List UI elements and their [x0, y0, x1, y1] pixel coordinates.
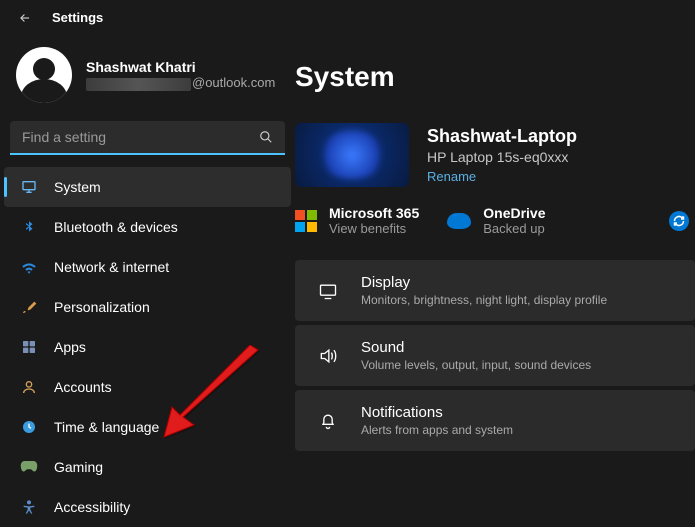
ms365-sub: View benefits	[329, 221, 419, 236]
main-content: System Shashwat-Laptop HP Laptop 15s-eq0…	[295, 33, 695, 521]
onedrive-label: OneDrive	[483, 205, 545, 221]
sidebar-item-gaming[interactable]: Gaming	[0, 447, 295, 487]
rename-link[interactable]: Rename	[427, 169, 577, 184]
globe-clock-icon	[20, 418, 38, 436]
sidebar-item-label: Accounts	[54, 379, 112, 395]
setting-title: Sound	[361, 339, 591, 356]
sound-icon	[317, 345, 339, 367]
search-icon	[259, 130, 273, 144]
display-icon	[317, 280, 339, 302]
bluetooth-icon	[20, 218, 38, 236]
sidebar-item-label: Bluetooth & devices	[54, 219, 178, 235]
bell-icon	[317, 410, 339, 432]
setting-title: Notifications	[361, 404, 513, 421]
onedrive-status[interactable]: OneDrive Backed up	[447, 205, 545, 236]
sidebar-item-bluetooth[interactable]: Bluetooth & devices	[0, 207, 295, 247]
system-icon	[20, 178, 38, 196]
device-model: HP Laptop 15s-eq0xxx	[427, 149, 577, 165]
sync-icon[interactable]	[669, 211, 689, 231]
setting-item-notifications[interactable]: Notifications Alerts from apps and syste…	[295, 390, 695, 451]
sidebar-item-personalization[interactable]: Personalization	[0, 287, 295, 327]
back-icon[interactable]	[18, 11, 32, 25]
sidebar-item-label: Personalization	[54, 299, 150, 315]
settings-list: Display Monitors, brightness, night ligh…	[295, 260, 695, 451]
user-email: @outlook.com	[86, 75, 275, 90]
email-obscured	[86, 78, 191, 91]
sidebar-item-label: Gaming	[54, 459, 103, 475]
sidebar-item-time-language[interactable]: Time & language	[0, 407, 295, 447]
sidebar-item-label: Time & language	[54, 419, 159, 435]
person-icon	[20, 378, 38, 396]
avatar	[16, 47, 72, 103]
device-name: Shashwat-Laptop	[427, 126, 577, 147]
user-block[interactable]: Shashwat Khatri @outlook.com	[0, 47, 295, 121]
setting-sub: Monitors, brightness, night light, displ…	[361, 293, 607, 307]
sidebar-item-accounts[interactable]: Accounts	[0, 367, 295, 407]
search-input[interactable]	[22, 129, 259, 145]
sidebar-item-accessibility[interactable]: Accessibility	[0, 487, 295, 527]
window-title: Settings	[52, 10, 103, 25]
titlebar: Settings	[0, 0, 695, 33]
setting-sub: Alerts from apps and system	[361, 423, 513, 437]
accessibility-icon	[20, 498, 38, 516]
setting-sub: Volume levels, output, input, sound devi…	[361, 358, 591, 372]
setting-item-display[interactable]: Display Monitors, brightness, night ligh…	[295, 260, 695, 321]
nav-list: System Bluetooth & devices Network & int…	[0, 167, 295, 527]
sidebar-item-system[interactable]: System	[4, 167, 291, 207]
page-title: System	[295, 61, 695, 93]
sidebar-item-network[interactable]: Network & internet	[0, 247, 295, 287]
onedrive-icon	[447, 213, 471, 229]
ms365-label: Microsoft 365	[329, 205, 419, 221]
setting-item-sound[interactable]: Sound Volume levels, output, input, soun…	[295, 325, 695, 386]
brush-icon	[20, 298, 38, 316]
apps-icon	[20, 338, 38, 356]
sidebar-item-label: Network & internet	[54, 259, 169, 275]
sidebar: Shashwat Khatri @outlook.com System Blue…	[0, 33, 295, 521]
sidebar-item-label: Accessibility	[54, 499, 130, 515]
sidebar-item-label: System	[54, 179, 101, 195]
wifi-icon	[20, 258, 38, 276]
microsoft-logo-icon	[295, 210, 317, 232]
setting-title: Display	[361, 274, 607, 291]
gaming-icon	[20, 458, 38, 476]
user-name: Shashwat Khatri	[86, 59, 275, 75]
sidebar-item-label: Apps	[54, 339, 86, 355]
ms365-status[interactable]: Microsoft 365 View benefits	[295, 205, 419, 236]
sidebar-item-apps[interactable]: Apps	[0, 327, 295, 367]
device-row: Shashwat-Laptop HP Laptop 15s-eq0xxx Ren…	[295, 123, 695, 187]
search-box[interactable]	[10, 121, 285, 155]
device-thumbnail	[295, 123, 409, 187]
onedrive-sub: Backed up	[483, 221, 545, 236]
status-row: Microsoft 365 View benefits OneDrive Bac…	[295, 205, 695, 236]
